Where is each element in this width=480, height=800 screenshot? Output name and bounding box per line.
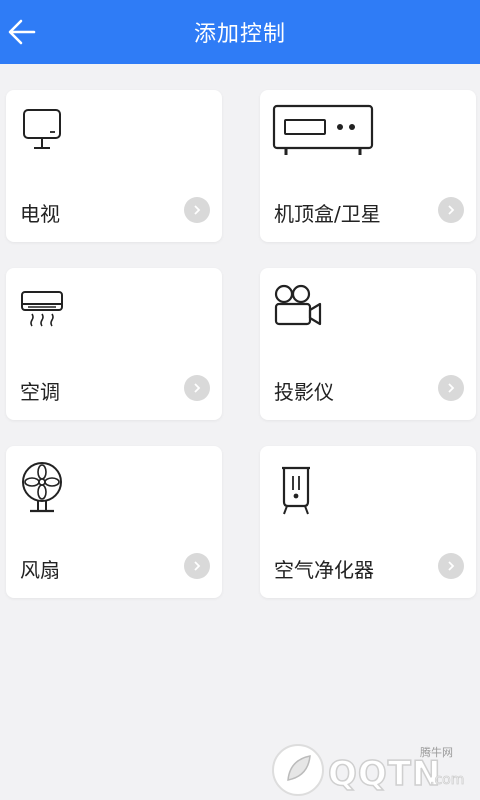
air-conditioner-icon [21, 291, 63, 327]
device-label: 投影仪 [274, 380, 334, 404]
set-top-box-icon [272, 104, 374, 155]
device-label: 空气净化器 [274, 558, 374, 582]
watermark-sub: 腾牛网 [420, 746, 453, 759]
watermark-domain: .com [430, 772, 465, 789]
device-label: 电视 [20, 202, 60, 226]
chevron-right-icon[interactable] [438, 375, 464, 401]
device-card-projector[interactable]: 投影仪 [260, 268, 476, 420]
device-card-tv[interactable]: 电视 [6, 90, 222, 242]
air-purifier-icon [282, 466, 310, 515]
device-label: 空调 [20, 380, 60, 404]
chevron-right-icon[interactable] [438, 553, 464, 579]
watermark-leaf-icon [272, 744, 324, 796]
fan-icon [22, 462, 62, 513]
chevron-right-icon[interactable] [184, 553, 210, 579]
device-label: 风扇 [20, 558, 60, 582]
projector-icon [274, 284, 322, 326]
tv-icon [23, 109, 61, 149]
device-card-fan[interactable]: 风扇 [6, 446, 222, 598]
chevron-right-icon[interactable] [438, 197, 464, 223]
watermark-logo: QQTN .com 腾牛网 [270, 742, 480, 800]
device-card-air-conditioner[interactable]: 空调 [6, 268, 222, 420]
chevron-right-icon[interactable] [184, 375, 210, 401]
device-grid: 电视 机顶盒/卫星 空调 投影仪 风扇 空气净化器 [0, 0, 480, 800]
chevron-right-icon[interactable] [184, 197, 210, 223]
device-label: 机顶盒/卫星 [274, 202, 381, 226]
device-card-air-purifier[interactable]: 空气净化器 [260, 446, 476, 598]
watermark-brand: QQTN [327, 753, 442, 795]
device-card-set-top-box[interactable]: 机顶盒/卫星 [260, 90, 476, 242]
